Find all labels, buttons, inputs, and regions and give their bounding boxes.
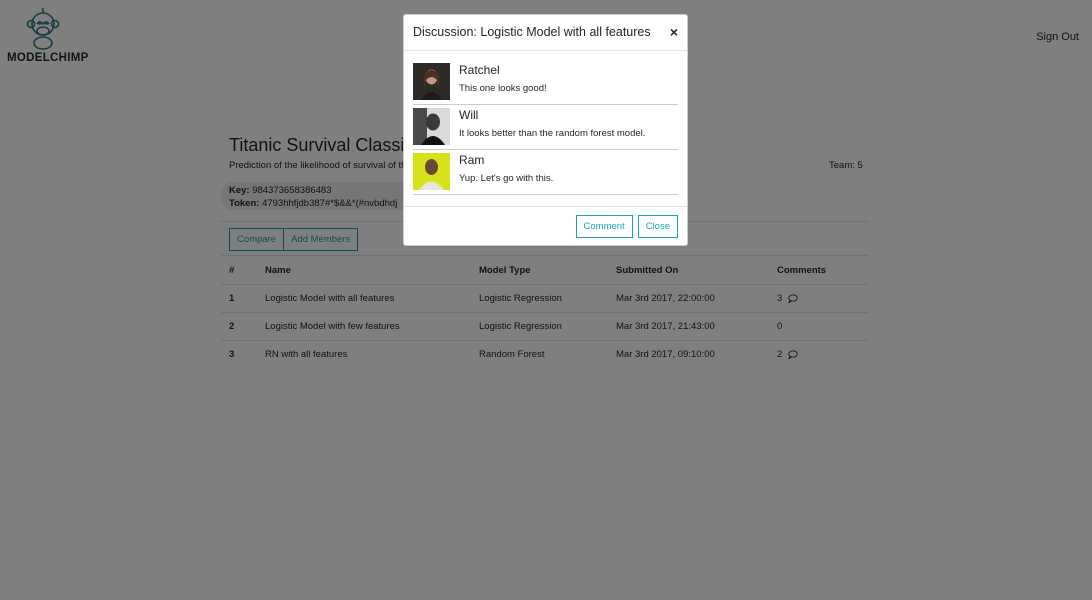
avatar xyxy=(413,63,450,100)
comment-message: Yup. Let's go with this. xyxy=(459,173,554,184)
comment-message: This one looks good! xyxy=(459,83,547,94)
comment-author: Ratchel xyxy=(459,63,500,77)
comment-item: Ram Yup. Let's go with this. xyxy=(413,150,678,195)
close-button[interactable]: Close xyxy=(637,215,678,238)
comment-text: Ram Yup. Let's go with this. xyxy=(459,153,553,194)
modal-header: Discussion: Logistic Model with all feat… xyxy=(404,15,687,51)
comment-item: Ratchel This one looks good! xyxy=(413,60,678,105)
modal-title: Discussion: Logistic Model with all feat… xyxy=(413,25,651,39)
close-icon[interactable]: × xyxy=(670,24,678,40)
discussion-modal: Discussion: Logistic Model with all feat… xyxy=(403,14,688,246)
modal-body: Ratchel This one looks good! Will It loo… xyxy=(404,51,687,195)
modal-footer: Comment Close xyxy=(404,206,687,246)
comment-author: Will xyxy=(459,108,479,122)
avatar xyxy=(413,108,450,145)
comment-text: Will It looks better than the random for… xyxy=(459,108,645,149)
comment-text: Ratchel This one looks good! xyxy=(459,63,547,104)
comment-button[interactable]: Comment xyxy=(575,215,633,238)
comment-author: Ram xyxy=(459,153,485,167)
avatar xyxy=(413,153,450,190)
comment-item: Will It looks better than the random for… xyxy=(413,105,678,150)
comment-message: It looks better than the random forest m… xyxy=(459,128,646,139)
